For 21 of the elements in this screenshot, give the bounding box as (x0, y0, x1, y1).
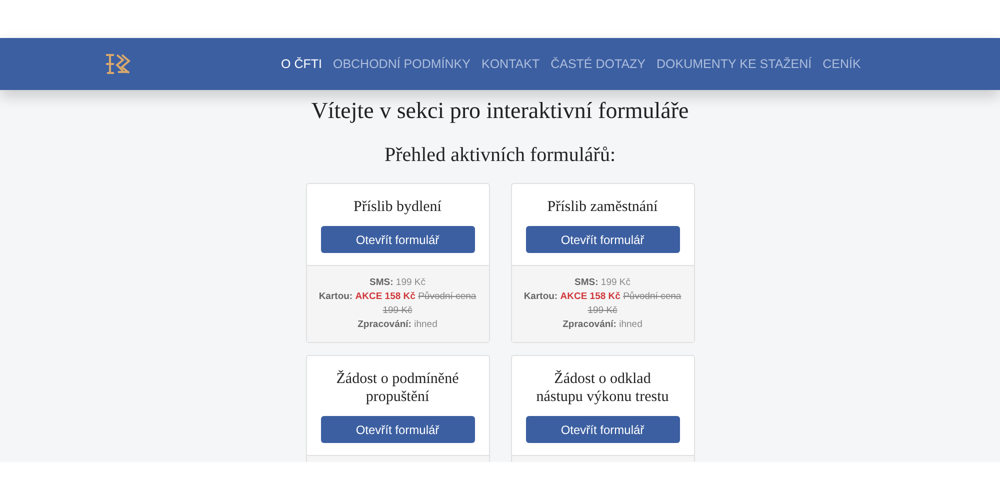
section-heading: Přehled aktivních formulářů: (384, 144, 616, 167)
nav-link[interactable]: KONTAKT (481, 57, 540, 71)
nav-link[interactable]: ČASTÉ DOTAZY (550, 57, 646, 71)
open-form-button[interactable]: Otevřít formulář (320, 226, 474, 253)
price-line: Zpracování: ihned (356, 318, 438, 332)
open-form-button[interactable]: Otevřít formulář (320, 416, 474, 443)
nav-link[interactable]: CENÍK (822, 57, 861, 71)
open-form-button[interactable]: Otevřít formulář (526, 416, 680, 443)
logo-icon[interactable] (104, 52, 132, 76)
price-line: SMS: 199 Kč (368, 276, 426, 290)
form-title: Příslib bydlení (352, 198, 442, 216)
form-title: Žádost o podmíněné propuštění (335, 370, 460, 406)
page-heading: Vítejte v sekci pro interaktivní formuláře (311, 98, 689, 124)
nav-link[interactable]: OBCHODNÍ PODMÍNKY (332, 57, 470, 71)
nav-link[interactable]: O ČFTI (281, 57, 322, 71)
open-form-button[interactable]: Otevřít formulář (526, 226, 680, 253)
price-line: SMS: 199 Kč (574, 276, 632, 290)
price-line: Zpracování: ihned (562, 318, 644, 332)
nav-link[interactable]: DOKUMENTY KE STAŽENÍ (656, 57, 812, 71)
form-title: Příslib zaměstnání (546, 198, 659, 216)
form-title: Žádost o odklad nástupu výkonu trestu (535, 370, 670, 406)
